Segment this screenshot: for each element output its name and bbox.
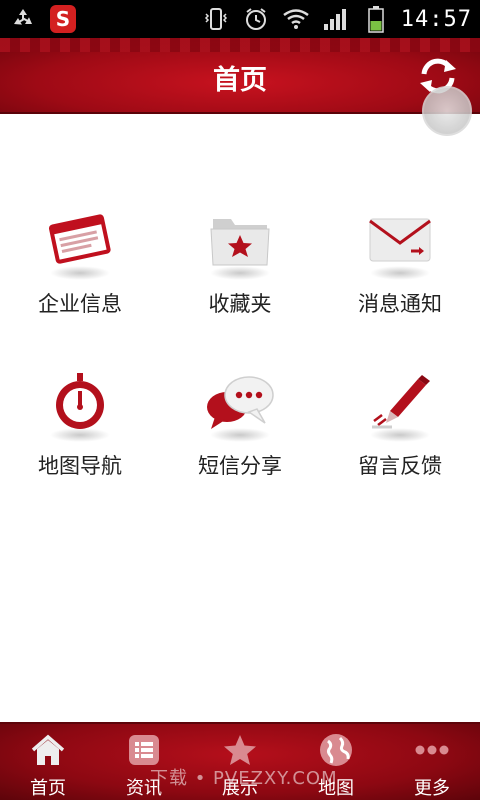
app-notification-icon: S	[48, 4, 78, 34]
signal-icon	[321, 4, 351, 34]
page-title: 首页	[213, 65, 267, 96]
watermark: 下载 • PVEZXY.COM	[150, 768, 338, 789]
grid-item-messages[interactable]: 消息通知	[320, 200, 480, 330]
app-header: 首页	[0, 38, 480, 114]
header-pattern	[0, 38, 480, 52]
globe-icon	[318, 732, 354, 768]
grid-item-label: 消息通知	[358, 292, 442, 316]
status-bar: S 14:57	[0, 0, 480, 38]
nav-label: 首页	[30, 778, 66, 799]
recycle-icon	[8, 4, 38, 34]
nav-label: 更多	[414, 778, 450, 799]
home-icon	[30, 732, 66, 768]
grid-item-label: 企业信息	[38, 292, 122, 316]
grid-item-map-navigation[interactable]: 地图导航	[0, 362, 160, 492]
favorites-folder-icon	[200, 200, 280, 280]
star-icon	[222, 732, 258, 768]
grid-item-sms-share[interactable]: 短信分享	[160, 362, 320, 492]
grid-item-label: 留言反馈	[358, 454, 442, 478]
grid-item-label: 地图导航	[38, 454, 122, 478]
grid-item-label: 收藏夹	[208, 292, 272, 316]
pen-feedback-icon	[360, 362, 440, 442]
app-screen: S 14:57 首页 企业信息 收藏夹 消息通知 地图导航 短信分享 留言反馈 …	[0, 0, 480, 800]
more-icon	[414, 732, 450, 768]
nav-item-home[interactable]: 首页	[0, 724, 96, 800]
svg-text:S: S	[56, 7, 70, 31]
grid-item-favorites[interactable]: 收藏夹	[160, 200, 320, 330]
business-card-icon	[40, 200, 120, 280]
floating-assistive-button[interactable]	[422, 86, 472, 136]
status-time: 14:57	[400, 6, 472, 32]
news-icon	[126, 732, 162, 768]
wifi-icon	[281, 4, 311, 34]
grid-item-feedback[interactable]: 留言反馈	[320, 362, 480, 492]
vibrate-icon	[201, 4, 231, 34]
compass-icon	[40, 362, 120, 442]
alarm-icon	[241, 4, 271, 34]
mail-icon	[360, 200, 440, 280]
nav-item-more[interactable]: 更多	[384, 724, 480, 800]
battery-icon	[361, 4, 391, 34]
grid-item-company-info[interactable]: 企业信息	[0, 200, 160, 330]
grid-item-label: 短信分享	[198, 454, 282, 478]
chat-bubble-icon	[200, 362, 280, 442]
